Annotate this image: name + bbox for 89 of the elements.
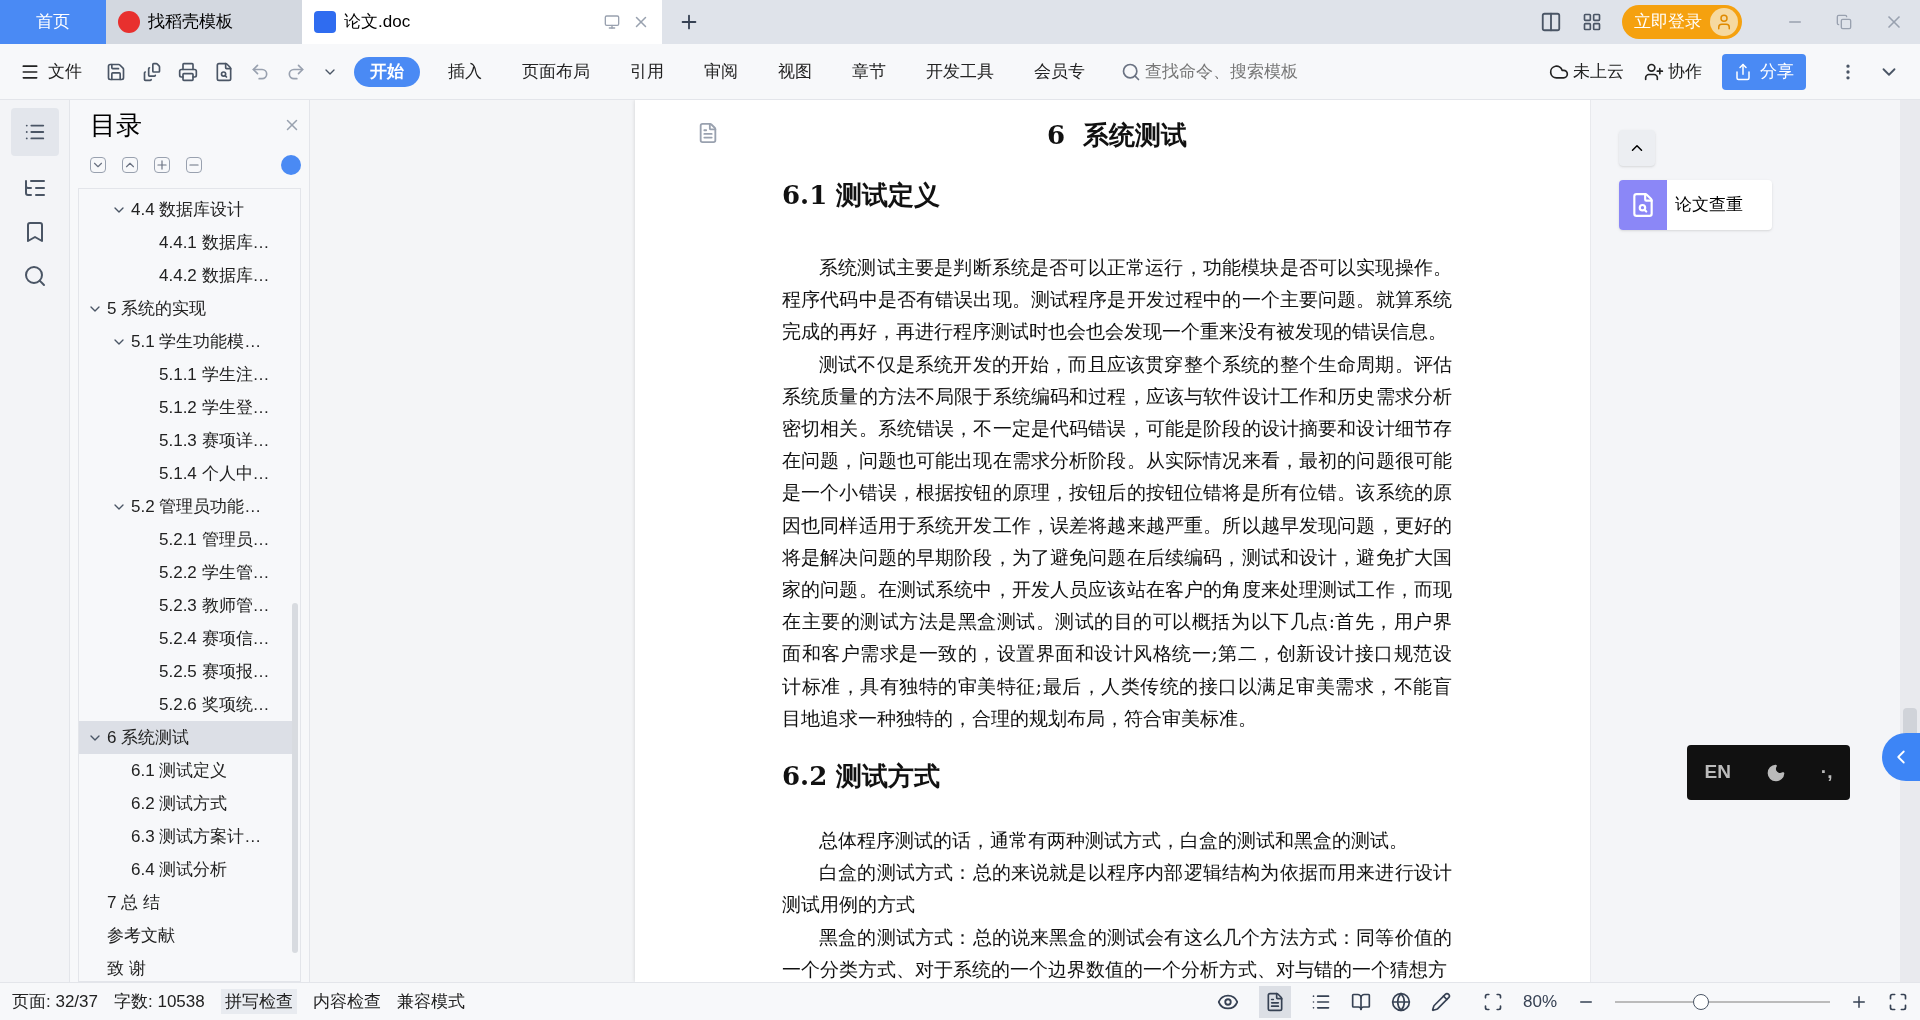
chapter-title: 6 系统测试 [1045, 119, 1189, 152]
ribbon-tab[interactable]: 章节 [840, 56, 898, 87]
toc-item[interactable]: 5.2.3 教师管… [79, 589, 292, 622]
document-tab[interactable]: 论文.doc [302, 0, 662, 44]
tab-label: 首页 [36, 11, 70, 34]
toc-item[interactable]: 6.1 测试定义 [79, 754, 292, 787]
toc-item[interactable]: 5.1.4 个人中… [79, 457, 292, 490]
toc-item[interactable]: 4.4 数据库设计 [79, 193, 292, 226]
search-field[interactable]: 查找命令、搜索模板 [1121, 58, 1321, 85]
fullscreen-icon[interactable] [1888, 991, 1908, 1012]
web-icon[interactable] [1390, 991, 1411, 1012]
input-method-bar[interactable]: EN ·, [1687, 745, 1850, 800]
ribbon-tab[interactable]: 页面布局 [510, 56, 602, 87]
file-menu[interactable]: 文件 [20, 58, 82, 85]
tab-label: 论文.doc [344, 11, 411, 34]
toc-item[interactable]: 7 总 结 [79, 886, 292, 919]
scrollbar[interactable] [292, 603, 298, 953]
language-label: EN [1704, 760, 1731, 785]
body-paragraph: 系统测试主要是判断系统是否可以正常运行，功能模块是否可以实现操作。程序代码中是否有错误出现。测试程序是开发过程中的一个主要问题。就算系统完成的再好，再进行程序测试时也会也会发现一个重来没有被发现的错误信息。 [782, 256, 1452, 345]
print-icon[interactable] [178, 61, 198, 82]
card-label: 论文查重 [1675, 194, 1743, 217]
cloud-button[interactable]: 未上云 [1549, 58, 1624, 85]
ribbon-tab[interactable]: 会员专 [1022, 56, 1097, 87]
punctuation-label: ·, [1820, 760, 1833, 785]
compatibility-mode[interactable]: 兼容模式 [396, 988, 465, 1015]
toc-item[interactable]: 5.1.2 学生登… [79, 391, 292, 424]
section-heading: 6.2 测试方式 [782, 760, 942, 794]
body-paragraph: 白盒的测试方式：总的来说就是以程序内部逻辑结构为依据而用来进行设计测试用例的方式 [782, 861, 1452, 918]
toc-item[interactable]: 5.2.4 赛项信… [79, 622, 292, 655]
save-icon[interactable] [106, 61, 126, 82]
collapse-icon[interactable] [122, 157, 138, 173]
search-icon[interactable] [22, 264, 47, 288]
search-icon [1121, 61, 1141, 82]
monitor-icon[interactable] [604, 14, 620, 30]
ribbon-tab[interactable]: 开发工具 [914, 56, 1006, 87]
collaborate-button[interactable]: 协作 [1644, 58, 1702, 85]
document-search-icon [1619, 180, 1667, 230]
moon-icon [1765, 762, 1786, 783]
body-paragraph: 测试不仅是系统开发的开始，而且应该贯穿整个系统的整个生命周期。评估系统质量的方法不局限于系统编码和过程，应该与软件设计工作和历史需求分析密切相关。系统错误，不一定是代码错误，可能是阶段的设计摘要和设计细节存在问题，问题也可能出现在需求分析阶段。从实际情况来看，最初的问题很可能是一个小错误，根据按钮的原理，按钮后的按钮位错将是所有位错。该系统的原因也同样适用于系统开发工作，误差将越来越严重。所以越早发现问题，更好的将是解决问题的早期阶段，为了避免问题在后续编码，测试和设计，避免扩大国家的问题。在测试系统中，开发人员应该站在客户的角度来处理测试工作，而现在主要的测试方法是黑盒测试。测试的目的可以概括为以下几点:首先，用户界面和客户需求是一致的，设置界面和设计风格统一;第二，创新设计接口规范设计标准，具有独特的审美特征;最后，人类传统的接口以满足审美需求，不能盲目地追求一种独特的，合理的规划布局，符合审美标准。 [782, 352, 1452, 731]
preview-icon[interactable] [214, 61, 234, 82]
add-user-icon [1644, 61, 1664, 82]
ribbon-tab[interactable]: 引用 [618, 56, 676, 87]
word-count: 字数: 10538 [114, 990, 205, 1013]
book-icon[interactable] [1350, 991, 1371, 1012]
toc-item[interactable]: 参考文献 [79, 919, 292, 952]
toc-item[interactable]: 6.2 测试方式 [79, 787, 292, 820]
ribbon-tab[interactable]: 插入 [436, 56, 494, 87]
toc-item[interactable]: 5.1 学生功能模… [79, 325, 292, 358]
logo-icon [118, 11, 140, 33]
toc-item[interactable]: 5.2.1 管理员… [79, 523, 292, 556]
toc-item[interactable]: 4.4.1 数据库… [79, 226, 292, 259]
expand-tab[interactable] [1882, 733, 1920, 781]
toc-item[interactable]: 5.1.3 赛项详… [79, 424, 292, 457]
grid-icon[interactable] [1582, 12, 1602, 32]
share-icon [1734, 62, 1752, 81]
avatar-icon [1710, 8, 1738, 36]
body-paragraph: 黑盒的测试方式：总的说来黑盒的测试会有这么几个方法方式：同等价值的一个分类方式、对于系统的一个边界数值的一个分析方式、对与错的一个猜想方 [782, 925, 1452, 982]
toc-item[interactable]: 4.4.2 数据库… [79, 259, 292, 292]
page-count: 页面: 32/37 [12, 990, 98, 1013]
toc-item[interactable]: 5.2.2 学生管… [79, 556, 292, 589]
toc-item[interactable]: 6.4 测试分析 [79, 853, 292, 886]
zoom-level[interactable]: 80% [1522, 988, 1557, 1015]
content-check-button[interactable]: 内容检查 [312, 988, 381, 1015]
page-view-button[interactable] [1258, 985, 1291, 1018]
layout-icon[interactable] [1540, 11, 1562, 33]
toc-item[interactable]: 5.2 管理员功能… [79, 490, 292, 523]
body-paragraph: 总体程序测试的话，通常有两种测试方式，白盒的测试和黑盒的测试。 [818, 829, 1409, 854]
ribbon-tab[interactable]: 视图 [766, 56, 824, 87]
document-tab[interactable]: 找稻壳模板 [106, 0, 302, 44]
toc-item[interactable]: 致 谢 [79, 952, 292, 981]
panel-title: 目录 [90, 108, 142, 142]
toc-item[interactable]: 5.1.1 学生注… [79, 358, 292, 391]
outline-tool[interactable] [10, 108, 59, 156]
export-icon[interactable] [142, 61, 162, 82]
spell-check-button[interactable]: 拼写检查 [220, 988, 297, 1015]
tab-label: 找稻壳模板 [148, 11, 233, 34]
toc-item[interactable]: 6.3 测试方案计… [79, 820, 292, 853]
toc-item[interactable]: 5 系统的实现 [79, 292, 292, 325]
toc-item[interactable]: 5.2.5 赛项报… [79, 655, 292, 688]
plagiarism-card[interactable]: 论文查重 [1619, 180, 1772, 230]
fit-page-icon[interactable] [1482, 991, 1503, 1012]
pencil-icon[interactable] [1430, 991, 1451, 1012]
toc-item[interactable]: 6 系统测试 [79, 721, 292, 754]
ribbon-tab[interactable]: 审阅 [692, 56, 750, 87]
toc-item[interactable]: 5.2.6 奖项统… [79, 688, 292, 721]
expand-icon[interactable] [90, 157, 106, 173]
document-icon[interactable] [697, 122, 719, 144]
document-icon [314, 11, 336, 33]
section-heading: 6.1 测试定义 [782, 179, 942, 212]
